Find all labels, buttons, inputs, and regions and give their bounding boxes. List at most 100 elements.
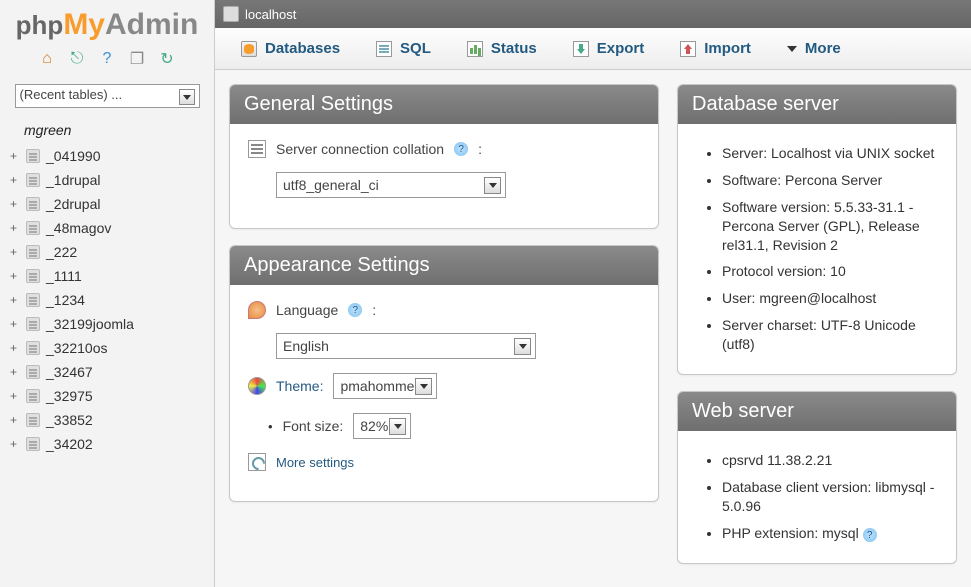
home-icon[interactable]: ⌂	[38, 50, 56, 68]
wrench-icon	[248, 453, 266, 471]
tab-databases[interactable]: Databases	[223, 32, 358, 65]
expand-icon[interactable]: +	[10, 343, 20, 353]
info-item: Database client version: libmysql - 5.0.…	[722, 474, 938, 520]
expand-icon[interactable]: +	[10, 151, 20, 161]
database-icon	[26, 197, 40, 211]
logo-my: My	[63, 8, 105, 41]
database-icon	[26, 149, 40, 163]
reload-icon[interactable]: ↻	[158, 50, 176, 68]
help-icon[interactable]: ?	[348, 303, 362, 317]
theme-select[interactable]: pmahomme	[333, 373, 437, 399]
expand-icon[interactable]: +	[10, 415, 20, 425]
breadcrumb-bar: localhost	[215, 0, 971, 28]
database-server-info: Server: Localhost via UNIX socketSoftwar…	[696, 140, 938, 358]
language-label: Language	[276, 302, 338, 318]
db-name: _222	[46, 244, 77, 260]
database-server-panel: Database server Server: Localhost via UN…	[677, 84, 957, 375]
database-icon	[26, 413, 40, 427]
info-item: Server: Localhost via UNIX socket	[722, 140, 938, 167]
database-icon	[26, 365, 40, 379]
db-item[interactable]: + _041990	[6, 144, 208, 168]
db-item[interactable]: + _32467	[6, 360, 208, 384]
tab-status-label: Status	[491, 40, 537, 57]
more-settings-link[interactable]: More settings	[276, 455, 354, 470]
tab-sql[interactable]: SQL	[358, 32, 449, 65]
db-name: _48magov	[46, 220, 111, 236]
help-icon[interactable]: ?	[863, 528, 877, 542]
theme-label[interactable]: Theme:	[276, 378, 323, 394]
current-database[interactable]: mgreen	[24, 122, 208, 138]
expand-icon[interactable]: +	[10, 439, 20, 449]
server-icon	[223, 6, 239, 22]
db-item[interactable]: +_33852	[6, 408, 208, 432]
info-item: User: mgreen@localhost	[722, 285, 938, 312]
db-name: _32199joomla	[46, 316, 134, 332]
fontsize-label: Font size:	[283, 418, 344, 434]
info-item: Software version: 5.5.33-31.1 - Percona …	[722, 194, 938, 259]
db-item[interactable]: + _48magov	[6, 216, 208, 240]
tab-export-label: Export	[597, 40, 645, 57]
collation-select[interactable]: utf8_general_ci	[276, 172, 506, 198]
tab-more[interactable]: More	[769, 32, 859, 65]
logo-admin: Admin	[105, 8, 198, 41]
expand-icon[interactable]: +	[10, 391, 20, 401]
docs-icon[interactable]: ❐	[128, 50, 146, 68]
fontsize-select[interactable]: 82%	[353, 413, 411, 439]
tab-import[interactable]: Import	[662, 32, 769, 65]
language-select[interactable]: English	[276, 333, 536, 359]
db-item[interactable]: + _32199joomla	[6, 312, 208, 336]
database-icon	[26, 173, 40, 187]
expand-icon[interactable]: +	[10, 199, 20, 209]
export-icon	[573, 41, 589, 57]
tab-more-label: More	[805, 40, 841, 57]
db-name: _32210os	[46, 340, 108, 356]
expand-icon[interactable]: +	[10, 223, 20, 233]
info-item: Software: Percona Server	[722, 167, 938, 194]
db-item[interactable]: + _1234	[6, 288, 208, 312]
database-icon	[26, 341, 40, 355]
expand-icon[interactable]: +	[10, 247, 20, 257]
database-icon	[26, 317, 40, 331]
db-item[interactable]: + _222	[6, 240, 208, 264]
tab-export[interactable]: Export	[555, 32, 663, 65]
database-icon	[26, 437, 40, 451]
database-icon	[26, 245, 40, 259]
theme-icon	[248, 377, 266, 395]
db-item[interactable]: +_2drupal	[6, 192, 208, 216]
import-icon	[680, 41, 696, 57]
expand-icon[interactable]: +	[10, 319, 20, 329]
db-item[interactable]: +_32975	[6, 384, 208, 408]
sql-icon	[376, 41, 392, 57]
tab-status[interactable]: Status	[449, 32, 555, 65]
database-server-title: Database server	[678, 85, 956, 124]
tab-import-label: Import	[704, 40, 751, 57]
db-item[interactable]: + _32210os	[6, 336, 208, 360]
web-server-info: cpsrvd 11.38.2.21Database client version…	[696, 447, 938, 547]
expand-icon[interactable]: +	[10, 175, 20, 185]
expand-icon[interactable]: +	[10, 271, 20, 281]
collation-label: Server connection collation	[276, 141, 444, 157]
main: localhost Databases SQL Status Export Im…	[215, 0, 971, 587]
web-server-title: Web server	[678, 392, 956, 431]
db-item[interactable]: +_1111	[6, 264, 208, 288]
breadcrumb-server[interactable]: localhost	[245, 7, 296, 22]
db-name: _041990	[46, 148, 101, 164]
logo: phpMyAdmin	[6, 8, 208, 42]
database-icon	[26, 293, 40, 307]
logout-icon[interactable]: ⎋	[68, 50, 86, 68]
db-item[interactable]: +_34202	[6, 432, 208, 456]
db-name: _32467	[46, 364, 93, 380]
database-icon	[26, 269, 40, 283]
expand-icon[interactable]: +	[10, 295, 20, 305]
sidebar-toolbar: ⌂ ⎋ ? ❐ ↻	[6, 50, 208, 68]
appearance-settings-title: Appearance Settings	[230, 246, 658, 285]
info-item: Protocol version: 10	[722, 258, 938, 285]
recent-tables-select[interactable]: (Recent tables) ...	[15, 84, 200, 108]
db-name: _1234	[46, 292, 85, 308]
info-item: PHP extension: mysql ?	[722, 520, 938, 547]
help-icon[interactable]: ?	[98, 50, 116, 68]
status-icon	[467, 41, 483, 57]
help-icon[interactable]: ?	[454, 142, 468, 156]
db-item[interactable]: +_1drupal	[6, 168, 208, 192]
expand-icon[interactable]: +	[10, 367, 20, 377]
